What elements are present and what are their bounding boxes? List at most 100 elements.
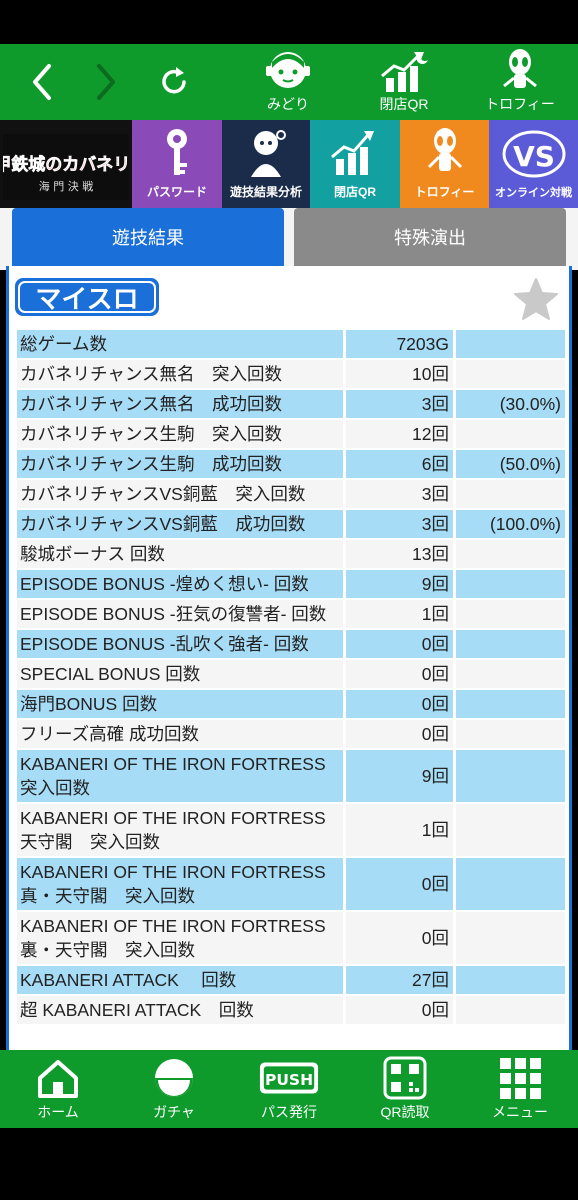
password-label: パスワード [146,185,207,199]
forward-button[interactable] [82,58,130,106]
tab-special-effects[interactable]: 特殊演出 [294,208,566,266]
result-percent [453,966,565,994]
closing-qr-button[interactable]: 閉店QR [356,48,452,118]
result-percent [453,660,565,688]
result-value: 10回 [343,360,453,388]
table-row: KABANERI OF THE IRON FORTRESS 真・天守閣 突入回数… [17,858,565,910]
midori-label: みどり [267,96,309,112]
svg-text:海 門 決 戦: 海 門 決 戦 [39,179,94,193]
result-label: KABANERI ATTACK 回数 [17,966,343,994]
result-percent [453,720,565,748]
status-bar [0,0,578,44]
closing-qr-chart-icon [331,131,374,175]
table-row: EPISODE BONUS -狂気の復讐者- 回数 1回 [17,600,565,628]
table-row: KABANERI OF THE IRON FORTRESS 天守閣 突入回数 1回 [17,804,565,856]
table-row: 駿城ボーナス 回数 13回 [17,540,565,568]
password-tile[interactable]: パスワード [132,120,222,208]
table-row: 超 KABANERI ATTACK 回数 0回 [17,996,565,1024]
svg-text:VS: VS [513,140,555,173]
tab-play-results[interactable]: 遊技結果 [12,208,284,266]
result-percent [453,630,565,658]
table-row: KABANERI OF THE IRON FORTRESS 裏・天守閣 突入回数… [17,912,565,964]
result-value: 13回 [343,540,453,568]
table-row: EPISODE BONUS -煌めく想い- 回数 9回 [17,570,565,598]
trophy-tile-label: トロフィー [414,185,475,199]
analysis-character-icon [251,130,286,177]
table-row: EPISODE BONUS -乱吹く強者- 回数 0回 [17,630,565,658]
top-navigation-bar: みどり 閉店QR トロフィー [0,44,578,120]
result-value: 9回 [343,570,453,598]
reload-button[interactable] [150,58,198,106]
feature-banner-row: 甲鉄城のカバネリ! 海 門 決 戦 パスワード 遊技結果分析 閉店QR トロフィ… [0,120,578,208]
result-value: 1回 [343,804,453,856]
key-icon [167,129,187,175]
svg-text:PUSH: PUSH [265,1071,313,1089]
result-percent [453,570,565,598]
table-row: カバネリチャンス無名 成功回数 3回 (30.0%) [17,390,565,418]
chevron-right-icon [97,64,115,100]
result-value: 0回 [343,660,453,688]
result-label: カバネリチャンスVS銅藍 成功回数 [17,510,343,538]
result-value: 0回 [343,690,453,718]
result-analysis-label: 遊技結果分析 [229,185,302,199]
table-row: SPECIAL BONUS 回数 0回 [17,660,565,688]
closing-qr-chart-icon [381,52,428,92]
nav-home[interactable]: ホーム [8,1056,108,1124]
game-logo-tile[interactable]: 甲鉄城のカバネリ! 海 門 決 戦 [0,120,132,208]
result-value: 6回 [343,450,453,478]
svg-text:マイスロ: マイスロ [35,285,138,315]
nav-pass-issue[interactable]: PUSH パス発行 [239,1056,339,1124]
svg-text:甲鉄城のカバネリ!: 甲鉄城のカバネリ! [3,154,129,175]
reload-icon [162,67,186,94]
system-navigation-bar [0,1128,578,1200]
result-label: 駿城ボーナス 回数 [17,540,343,568]
home-icon [38,1060,78,1098]
nav-qr-read[interactable]: QR読取 [355,1056,455,1124]
closing-qr-tile[interactable]: 閉店QR [310,120,400,208]
midori-button[interactable]: みどり [240,48,336,118]
result-value: 3回 [343,510,453,538]
result-value: 3回 [343,480,453,508]
nav-menu[interactable]: メニュー [470,1056,570,1124]
result-value: 0回 [343,912,453,964]
online-battle-label: オンライン対戦 [495,187,572,199]
push-ticket-icon: PUSH [259,1062,319,1094]
trophy-alien-icon [427,128,462,171]
result-label: フリーズ高確 成功回数 [17,720,343,748]
result-value: 9回 [343,750,453,802]
back-button[interactable] [18,58,66,106]
result-label: KABANERI OF THE IRON FORTRESS 天守閣 突入回数 [17,804,343,856]
result-percent [453,480,565,508]
game-logo-image: 甲鉄城のカバネリ! 海 門 決 戦 [3,134,129,200]
trophy-alien-icon [503,49,537,88]
result-value: 3回 [343,390,453,418]
result-percent [453,996,565,1024]
result-value: 0回 [343,630,453,658]
result-percent [453,540,565,568]
result-percent [453,420,565,448]
trophy-tile[interactable]: トロフィー [400,120,489,208]
nav-gacha[interactable]: ガチャ [124,1056,224,1124]
result-analysis-tile[interactable]: 遊技結果分析 [222,120,310,208]
result-label: 総ゲーム数 [17,330,343,358]
nav-qr-read-label: QR読取 [380,1104,430,1120]
online-battle-tile[interactable]: VS オンライン対戦 [489,120,578,208]
result-value: 7203G [343,330,453,358]
result-label: カバネリチャンス生駒 成功回数 [17,450,343,478]
panel-header: マイスロ [9,266,569,328]
result-label: カバネリチャンスVS銅藍 突入回数 [17,480,343,508]
gacha-capsule-icon [155,1059,193,1097]
results-panel: マイスロ 総ゲーム数 7203G カバネリチャンス無名 突入回数 10回 カバネリチャン… [6,266,572,1050]
result-label: カバネリチャンス無名 成功回数 [17,390,343,418]
nav-pass-issue-label: パス発行 [261,1104,317,1120]
result-value: 1回 [343,600,453,628]
result-label: KABANERI OF THE IRON FORTRESS 裏・天守閣 突入回数 [17,912,343,964]
result-label: EPISODE BONUS -煌めく想い- 回数 [17,570,343,598]
vs-online-icon: VS [502,130,565,178]
result-percent [453,330,565,358]
bottom-navigation-bar: ホーム ガチャ PUSH パス発行 QR読取 メニュー [0,1050,578,1128]
trophy-button[interactable]: トロフィー [472,48,568,118]
favorite-star-icon[interactable] [513,276,559,322]
result-label: EPISODE BONUS -乱吹く強者- 回数 [17,630,343,658]
result-percent: (100.0%) [453,510,565,538]
